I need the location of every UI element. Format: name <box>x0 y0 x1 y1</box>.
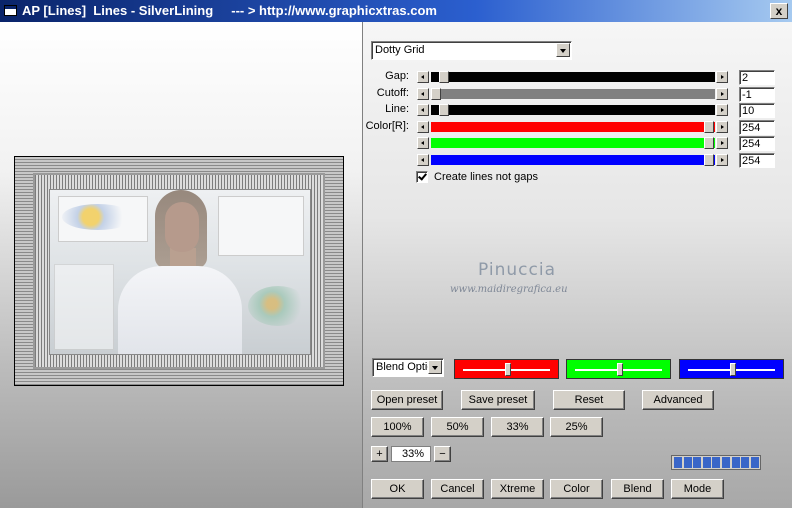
watermark-name: Pinuccia <box>478 260 556 280</box>
preview-photo <box>49 189 311 355</box>
zoom-100-button[interactable]: 100% <box>371 417 424 437</box>
create-lines-label: Create lines not gaps <box>434 171 538 183</box>
progress-cell <box>722 457 730 468</box>
zoom-25-button[interactable]: 25% <box>550 417 603 437</box>
slider-value-field[interactable]: 2 <box>739 70 775 85</box>
blend-color-slider[interactable] <box>454 359 559 379</box>
create-lines-checkbox[interactable] <box>416 171 428 183</box>
progress-cell <box>731 457 740 468</box>
slider-value-field[interactable]: 254 <box>739 120 775 135</box>
slider-track[interactable] <box>431 154 715 166</box>
progress-cell <box>674 457 682 468</box>
slider-thumb[interactable] <box>505 363 511 376</box>
progress-bar <box>671 455 761 470</box>
woman-body <box>118 266 242 354</box>
slider-label: Cutoff: <box>376 87 409 99</box>
watermark-site: www.maidiregrafica.eu <box>450 284 568 295</box>
slider-thumb[interactable] <box>439 104 449 116</box>
zoom-in-button[interactable]: + <box>371 446 388 462</box>
woman-face <box>165 202 199 252</box>
slider-increase-button[interactable] <box>716 154 728 166</box>
slider-track[interactable] <box>431 88 715 100</box>
window-pane <box>218 196 304 256</box>
slider-label: Gap: <box>385 70 409 82</box>
flower-blur <box>248 286 308 326</box>
blend-button[interactable]: Blend <box>611 479 664 499</box>
save-preset-button[interactable]: Save preset <box>461 390 535 410</box>
slider-track[interactable] <box>431 104 715 116</box>
progress-cell <box>741 457 750 468</box>
progress-cell <box>702 457 711 468</box>
slider-decrease-button[interactable] <box>417 137 429 149</box>
progress-cell <box>750 457 759 468</box>
slider-track[interactable] <box>431 71 715 83</box>
window-title: AP [Lines] Lines - SilverLining --- > ht… <box>22 3 437 18</box>
blend-color-slider[interactable] <box>679 359 784 379</box>
blend-color-slider[interactable] <box>566 359 671 379</box>
zoom-50-button[interactable]: 50% <box>431 417 484 437</box>
advanced-button[interactable]: Advanced <box>642 390 714 410</box>
progress-cell <box>683 457 692 468</box>
slider-increase-button[interactable] <box>716 88 728 100</box>
slider-increase-button[interactable] <box>716 121 728 133</box>
mode-button[interactable]: Mode <box>671 479 724 499</box>
app-icon[interactable] <box>4 5 17 16</box>
cancel-button[interactable]: Cancel <box>431 479 484 499</box>
slider-thumb[interactable] <box>704 121 714 133</box>
slider-value-field[interactable]: 10 <box>739 103 775 118</box>
slider-value-field[interactable]: -1 <box>739 87 775 102</box>
window-pane <box>54 264 114 350</box>
zoom-33-button[interactable]: 33% <box>491 417 544 437</box>
effect-dropdown-value: Dotty Grid <box>375 44 425 56</box>
slider-thumb[interactable] <box>730 363 736 376</box>
blend-options-dropdown[interactable]: Blend Optio <box>372 358 444 377</box>
slider-decrease-button[interactable] <box>417 154 429 166</box>
slider-thumb[interactable] <box>704 154 714 166</box>
xtreme-button[interactable]: Xtreme <box>491 479 544 499</box>
progress-cell <box>712 457 721 468</box>
blend-options-value: Blend Optio <box>376 361 430 373</box>
slider-increase-button[interactable] <box>716 71 728 83</box>
slider-thumb[interactable] <box>439 71 449 83</box>
ok-button[interactable]: OK <box>371 479 424 499</box>
color-button[interactable]: Color <box>550 479 603 499</box>
slider-thumb[interactable] <box>431 88 441 100</box>
chevron-down-icon[interactable] <box>428 360 442 374</box>
slider-increase-button[interactable] <box>716 104 728 116</box>
slider-label: Color[R]: <box>365 120 409 132</box>
slider-decrease-button[interactable] <box>417 104 429 116</box>
slider-value-field[interactable]: 254 <box>739 153 775 168</box>
slider-increase-button[interactable] <box>716 137 728 149</box>
slider-decrease-button[interactable] <box>417 121 429 133</box>
flower-blur <box>62 204 134 230</box>
close-button[interactable]: x <box>770 3 788 19</box>
effect-dropdown[interactable]: Dotty Grid <box>371 41 572 60</box>
slider-decrease-button[interactable] <box>417 88 429 100</box>
preview-image[interactable] <box>14 156 344 386</box>
slider-track[interactable] <box>431 121 715 133</box>
reset-button[interactable]: Reset <box>553 390 625 410</box>
chevron-down-icon[interactable] <box>556 43 570 57</box>
open-preset-button[interactable]: Open preset <box>371 390 443 410</box>
zoom-out-button[interactable]: − <box>434 446 451 462</box>
slider-thumb[interactable] <box>704 137 714 149</box>
slider-value-field[interactable]: 254 <box>739 136 775 151</box>
progress-cell <box>693 457 702 468</box>
slider-thumb[interactable] <box>617 363 623 376</box>
slider-decrease-button[interactable] <box>417 71 429 83</box>
zoom-value: 33% <box>391 446 431 462</box>
preview-frame <box>33 173 325 369</box>
slider-track[interactable] <box>431 137 715 149</box>
slider-label: Line: <box>385 103 409 115</box>
